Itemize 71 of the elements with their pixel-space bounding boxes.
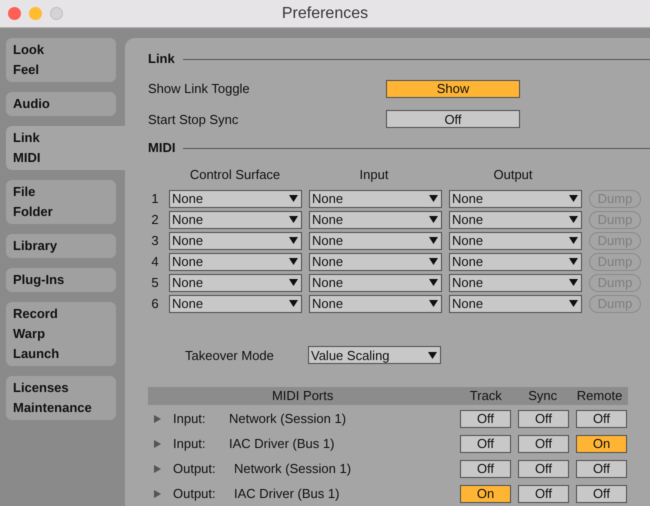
window-title: Preferences [280, 4, 370, 24]
caret-icon [569, 258, 578, 265]
toggle-button[interactable]: Off [386, 110, 520, 128]
row-number: 4 [150, 252, 160, 271]
toggle-button[interactable]: Off [518, 484, 569, 502]
toggle-button[interactable]: On [576, 434, 627, 452]
toggle-button[interactable]: Off [576, 460, 627, 478]
toggle-button[interactable]: Off [576, 484, 627, 502]
expand-arrow-icon[interactable] [154, 440, 161, 448]
port-direction: Input: [173, 434, 207, 453]
setting-label: Show Link Toggle [148, 80, 251, 98]
column-header: Output [492, 166, 534, 184]
expand-arrow-icon[interactable] [154, 414, 161, 422]
close-button[interactable] [8, 7, 21, 20]
column-header: Control Surface [188, 166, 282, 184]
caret-icon [289, 216, 298, 223]
caret-icon [289, 300, 298, 307]
sidebar-tab[interactable]: Library [6, 234, 116, 258]
sidebar-tab[interactable]: Plug-Ins [6, 268, 116, 292]
port-direction: Output: [173, 460, 217, 478]
port-direction: Input: [173, 410, 207, 428]
toggle-button[interactable]: Off [518, 460, 569, 478]
caret-icon [569, 237, 578, 244]
caret-icon [429, 279, 438, 286]
caret-icon [289, 258, 298, 265]
caret-icon [569, 300, 578, 307]
caret-icon [289, 195, 298, 202]
caret-icon [429, 300, 438, 307]
toggle-button[interactable]: On [460, 484, 511, 502]
sidebar-tab[interactable]: Link MIDI [6, 126, 125, 170]
caret-icon [429, 258, 438, 265]
caret-icon [569, 216, 578, 223]
section-heading: Link [148, 50, 175, 68]
row-number: 2 [150, 210, 160, 229]
setting-label: Takeover Mode [185, 346, 275, 364]
sidebar-tab[interactable]: Licenses Maintenance [6, 376, 116, 420]
sidebar-tab[interactable]: Record Warp Launch [6, 302, 116, 366]
toggle-button[interactable]: Show [386, 80, 520, 98]
toggle-button[interactable]: Off [518, 434, 569, 452]
caret-icon [429, 195, 438, 202]
caret-icon [289, 279, 298, 286]
table-header: MIDI Ports Track Sync Remote [148, 387, 628, 405]
caret-icon [428, 352, 437, 359]
toggle-button[interactable]: Off [518, 410, 569, 428]
row-number: 5 [150, 274, 160, 292]
section-heading: MIDI [148, 139, 176, 158]
caret-icon [569, 195, 578, 202]
sidebar-tab[interactable]: File Folder [6, 180, 116, 224]
port-name: Network (Session 1) [229, 410, 348, 428]
port-direction: Output: [173, 484, 217, 503]
toggle-button[interactable]: Off [460, 460, 511, 478]
toggle-button[interactable]: Off [460, 410, 511, 428]
toggle-button[interactable]: Off [576, 410, 627, 428]
caret-icon [569, 279, 578, 286]
dropdown[interactable]: Value Scaling [308, 346, 441, 364]
caret-icon [429, 237, 438, 244]
expand-arrow-icon[interactable] [154, 490, 161, 498]
row-number: 6 [150, 294, 160, 313]
expand-arrow-icon[interactable] [154, 464, 161, 472]
row-number: 3 [150, 232, 160, 250]
caret-icon [429, 216, 438, 223]
sidebar-tab[interactable]: Look Feel [6, 38, 116, 82]
caret-icon [289, 237, 298, 244]
port-name: IAC Driver (Bus 1) [234, 484, 340, 503]
setting-label: Start Stop Sync [148, 110, 240, 129]
column-header: Input [358, 166, 390, 184]
port-name: Network (Session 1) [234, 460, 352, 478]
sidebar-tab[interactable]: Audio [6, 92, 116, 116]
toggle-button[interactable]: Off [460, 434, 511, 452]
port-name: IAC Driver (Bus 1) [229, 434, 336, 453]
row-number: 1 [150, 190, 160, 208]
